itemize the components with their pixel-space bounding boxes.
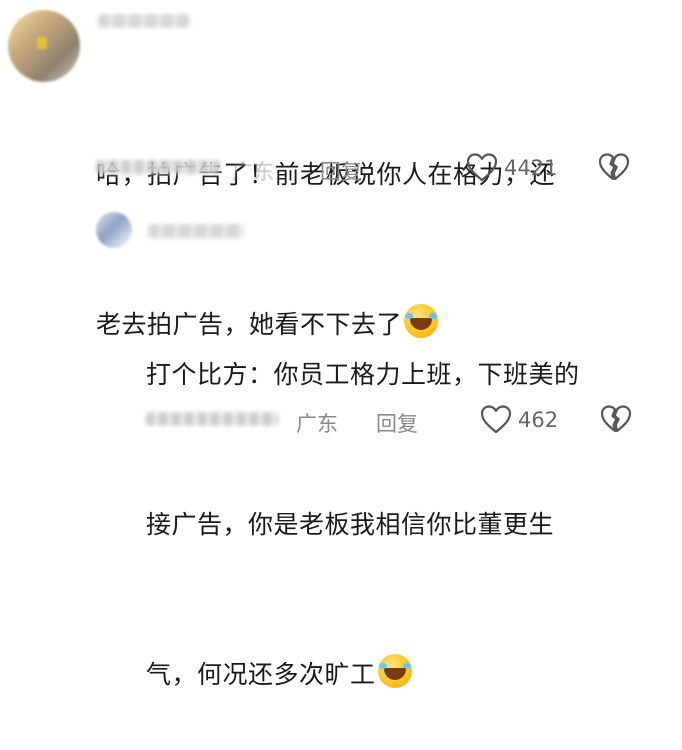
username-redacted[interactable] <box>148 224 244 238</box>
broken-heart-icon[interactable] <box>598 152 630 182</box>
reply-button[interactable]: 回复 <box>376 408 418 438</box>
avatar-detail <box>36 37 47 50</box>
avatar[interactable] <box>96 212 132 248</box>
comment-text: 打个比方：你员工格力上班，下班美的 接广告，你是老板我相信你比董更生 气，何况还… <box>146 250 656 750</box>
avatar[interactable] <box>8 10 80 82</box>
comment-line: 接广告，你是老板我相信你比董更生 <box>146 510 555 539</box>
heart-outline-icon[interactable] <box>480 404 512 434</box>
like-count: 4421 <box>504 156 558 180</box>
heart-outline-icon[interactable] <box>466 152 498 182</box>
comment-location: 广东 <box>232 160 274 184</box>
like-count: 462 <box>518 408 559 432</box>
comment-location: 广东 <box>296 412 338 436</box>
rolling-laughing-emoji-icon <box>377 654 412 688</box>
comment-line: 气，何况还多次旷工 <box>146 650 656 700</box>
reply-button[interactable]: 回复 <box>320 156 362 186</box>
username-redacted[interactable] <box>98 14 190 28</box>
comment-line: 打个比方：你员工格力上班，下班美的 <box>146 360 580 389</box>
timestamp-redacted <box>96 160 220 174</box>
comment-line: 哈，拍广告了！前老板说你人在格力，还 <box>96 160 556 189</box>
timestamp-redacted <box>146 412 278 426</box>
broken-heart-icon[interactable] <box>600 404 632 434</box>
